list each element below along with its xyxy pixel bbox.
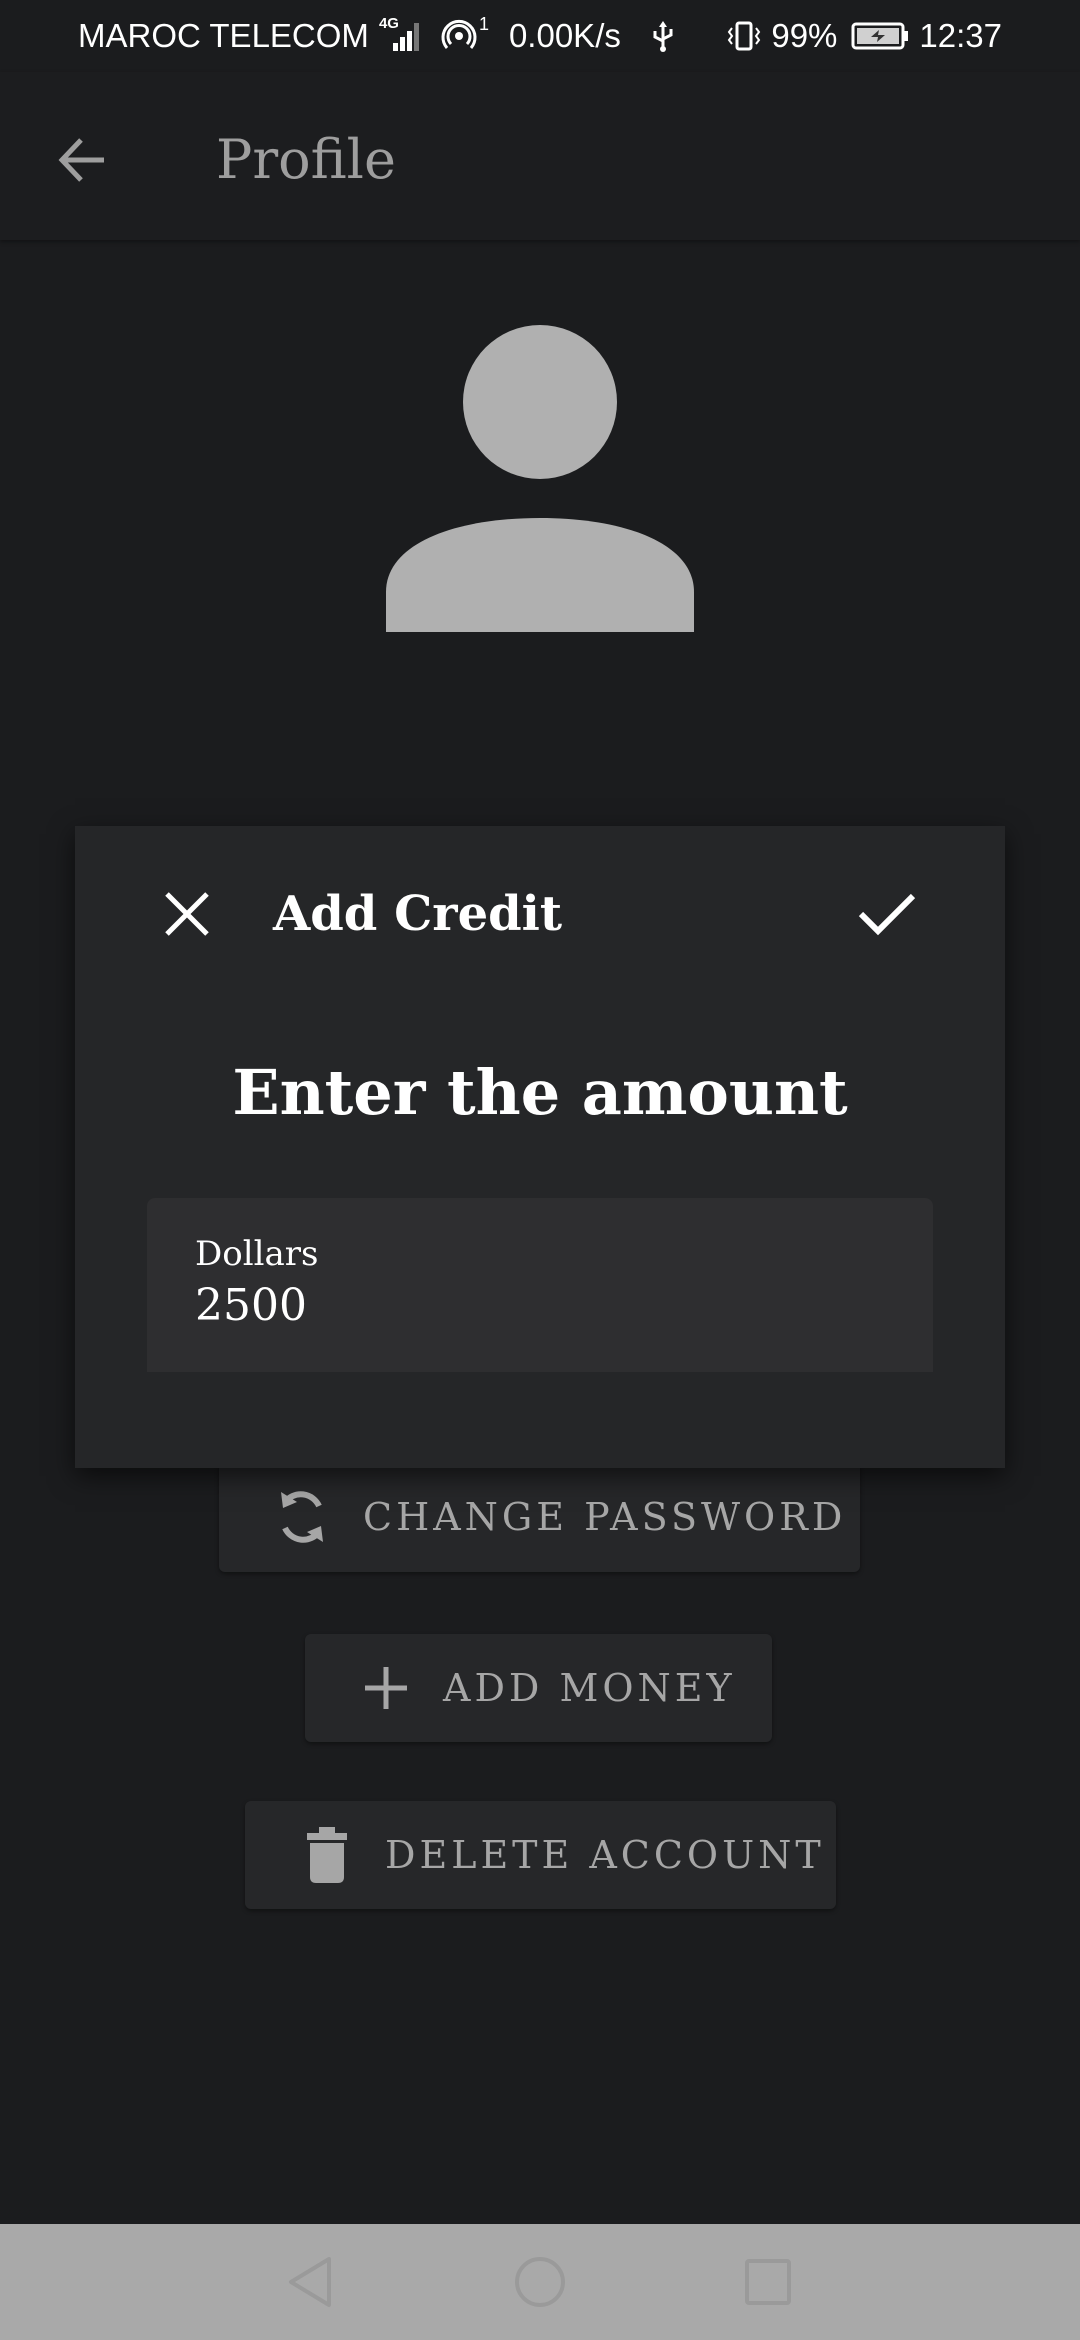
network-speed: 0.00K/s xyxy=(508,17,621,54)
hotspot-icon: 1 xyxy=(441,14,489,54)
change-password-button[interactable]: CHANGE PASSWORD xyxy=(219,1462,860,1572)
amount-input[interactable] xyxy=(195,1280,885,1332)
nav-back-icon xyxy=(285,2255,335,2309)
plus-icon xyxy=(363,1665,409,1711)
nav-home-icon xyxy=(513,2255,567,2309)
hotspot-count: 1 xyxy=(478,13,489,34)
avatar xyxy=(384,322,696,634)
dialog-title: Add Credit xyxy=(273,886,563,942)
change-password-label: CHANGE PASSWORD xyxy=(363,1495,847,1539)
nav-recent-icon xyxy=(743,2257,793,2307)
close-button[interactable] xyxy=(145,872,229,956)
usb-icon xyxy=(651,19,675,53)
person-icon xyxy=(384,322,696,638)
check-icon xyxy=(858,892,916,936)
arrow-back-icon xyxy=(54,132,110,188)
status-left: MAROC TELECOM 4G 1 0.00K/s xyxy=(78,14,675,55)
trash-icon xyxy=(305,1827,349,1883)
delete-account-button[interactable]: DELETE ACCOUNT xyxy=(245,1801,836,1909)
page-title: Profile xyxy=(216,128,396,191)
status-right: 99% 12:37 xyxy=(727,17,1002,55)
nav-recent-button[interactable] xyxy=(728,2242,808,2322)
amount-field[interactable]: Dollars xyxy=(147,1198,933,1372)
clock: 12:37 xyxy=(919,17,1002,54)
signal-icon: 4G xyxy=(379,15,425,53)
battery-percent: 99% xyxy=(771,17,838,54)
close-icon xyxy=(163,890,211,938)
system-nav-bar xyxy=(0,2224,1080,2340)
nav-back-button[interactable] xyxy=(270,2242,350,2322)
delete-account-label: DELETE ACCOUNT xyxy=(385,1833,825,1877)
carrier-name: MAROC TELECOM xyxy=(78,17,369,54)
refresh-icon xyxy=(275,1486,329,1548)
add-money-label: ADD MONEY xyxy=(443,1666,736,1710)
dialog-heading: Enter the amount xyxy=(232,1056,848,1129)
screen: MAROC TELECOM 4G 1 0.00K/s 99% 12:37 Pro… xyxy=(0,0,1080,2340)
back-button[interactable] xyxy=(40,118,124,202)
status-bar: MAROC TELECOM 4G 1 0.00K/s 99% 12:37 xyxy=(0,0,1080,72)
confirm-button[interactable] xyxy=(845,872,929,956)
network-type: 4G xyxy=(378,15,399,32)
battery-charging-icon xyxy=(851,22,909,50)
add-money-button[interactable]: ADD MONEY xyxy=(305,1634,772,1742)
amount-label: Dollars xyxy=(195,1234,319,1274)
app-bar: Profile xyxy=(0,72,1080,240)
nav-home-button[interactable] xyxy=(500,2242,580,2322)
add-credit-dialog: Add Credit Enter the amount Dollars xyxy=(75,826,1005,1468)
vibrate-icon xyxy=(727,19,761,53)
